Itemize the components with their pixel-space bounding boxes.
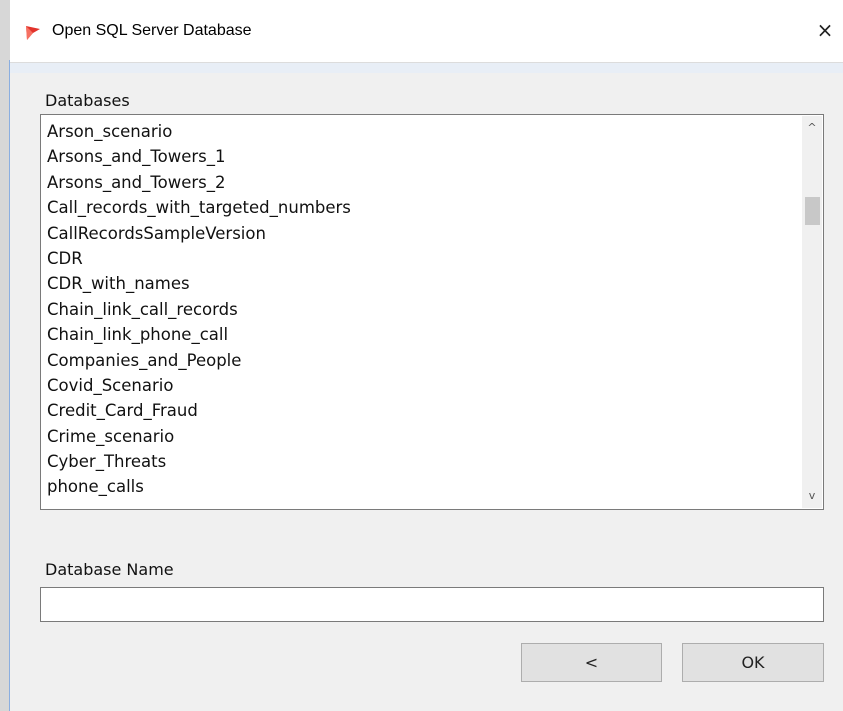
listbox-scrollbar[interactable]: ^ v [802, 116, 822, 508]
database-list-item[interactable]: Crime_scenario [47, 424, 799, 449]
title-bar[interactable]: Open SQL Server Database × [10, 0, 843, 63]
database-list-item[interactable]: Arson_scenario [47, 119, 799, 144]
red-flag-icon [24, 24, 42, 42]
close-icon[interactable]: × [809, 14, 841, 46]
database-list-item[interactable]: Chain_link_phone_call [47, 322, 799, 347]
database-list-item[interactable]: CDR_with_names [47, 271, 799, 296]
database-list-item[interactable]: Arsons_and_Towers_2 [47, 170, 799, 195]
database-name-input[interactable] [40, 587, 824, 622]
database-list-item[interactable]: Credit_Card_Fraud [47, 398, 799, 423]
header-strip [10, 63, 843, 73]
database-list-item[interactable]: Call_records_with_targeted_numbers [47, 195, 799, 220]
database-list-item[interactable]: Covid_Scenario [47, 373, 799, 398]
window-edge [0, 0, 10, 711]
databases-label: Databases [45, 91, 130, 110]
window-title: Open SQL Server Database [52, 22, 252, 39]
scrollbar-thumb[interactable] [805, 197, 820, 225]
database-list-item[interactable]: CDR [47, 246, 799, 271]
database-list-item[interactable]: phone_calls [47, 474, 799, 499]
database-name-label: Database Name [45, 560, 174, 579]
databases-listbox[interactable]: Arson_scenario Arsons_and_Towers_1 Arsons_… [40, 114, 824, 510]
database-list-item[interactable]: CallRecordsSampleVersion [47, 221, 799, 246]
databases-list: Arson_scenario Arsons_and_Towers_1 Arsons_… [47, 119, 799, 500]
database-list-item[interactable]: Chain_link_call_records [47, 297, 799, 322]
back-button[interactable]: < [521, 643, 662, 682]
ok-button[interactable]: OK [682, 643, 824, 682]
database-list-item[interactable]: Companies_and_People [47, 348, 799, 373]
open-database-dialog: Open SQL Server Database × Databases Ars… [0, 0, 843, 711]
database-list-item[interactable]: Cyber_Threats [47, 449, 799, 474]
database-list-item[interactable]: Arsons_and_Towers_1 [47, 144, 799, 169]
scroll-up-icon[interactable]: ^ [802, 118, 822, 138]
scroll-down-icon[interactable]: v [802, 486, 822, 506]
